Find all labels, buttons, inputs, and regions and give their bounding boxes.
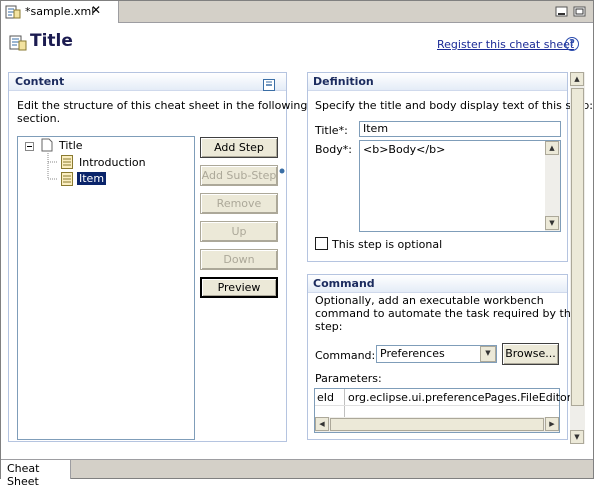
body-textarea[interactable]: <b>Body</b> [359,140,561,232]
cheatsheet-file-icon [5,5,21,22]
cheat-sheet-page-tab[interactable]: Cheat Sheet [1,460,71,488]
parameters-scroll-thumb[interactable] [330,418,544,431]
add-sub-step-button[interactable]: Add Sub-Step [200,165,278,186]
definition-description: Specify the title and body display text … [315,99,593,112]
editor-tab-strip: *sample.xml ✕ [1,1,593,23]
parameter-name-cell[interactable]: eId [317,391,334,404]
content-section-title: Content [15,75,65,88]
down-button[interactable]: Down [200,249,278,270]
body-text: <b>Body</b> [363,143,446,156]
parameter-value-cell[interactable]: org.eclipse.ui.preferencePages.FileEdito… [348,391,577,404]
command-section-title: Command [313,277,375,290]
page-title: Title [30,31,73,51]
parameters-label: Parameters: [315,372,382,385]
main-scroll-down-icon[interactable]: ▼ [570,430,584,444]
title-label: Title*: [315,124,348,137]
command-select-value: Preferences [380,347,445,360]
command-label: Command: [315,349,376,362]
help-icon[interactable]: ? [565,37,579,51]
content-description-line-1: Edit the structure of this cheat sheet i… [17,99,308,112]
register-cheat-sheet-link[interactable]: Register this cheat sheet [437,38,574,51]
close-icon[interactable]: ✕ [91,4,101,16]
command-description-line-1: Optionally, add an executable workbench [315,294,544,307]
preview-button[interactable]: Preview [200,277,278,298]
command-select[interactable]: Preferences [376,345,497,363]
tree-root-page-icon [41,138,53,155]
tree-item-icon [61,172,73,189]
body-scroll-up-icon[interactable]: ▲ [545,141,559,155]
remove-button[interactable]: Remove [200,193,278,214]
optional-checkbox-label[interactable]: This step is optional [332,238,442,251]
editor-tab-sample-xml[interactable]: *sample.xml ✕ [1,1,119,23]
content-section-header: Content [9,73,286,91]
command-description-line-3: step: [315,320,343,333]
editor-tab-label: *sample.xml [25,5,95,18]
content-description-line-2: section. [17,112,61,125]
main-scroll-thumb[interactable] [571,88,584,406]
command-description-line-2: command to automate the task required by… [315,307,580,320]
up-button[interactable]: Up [200,221,278,242]
tree-node-item-selected[interactable]: Item [77,172,107,185]
tree-node-root[interactable]: Title [59,139,83,152]
info-decoration-icon [279,164,285,177]
chevron-down-icon[interactable]: ▼ [480,346,496,362]
parameters-column-divider [344,389,345,417]
command-section-header: Command [308,275,567,293]
title-input[interactable]: Item [359,121,561,137]
definition-section-title: Definition [313,75,374,88]
tree-node-introduction[interactable]: Introduction [79,156,146,169]
minimize-view-icon[interactable] [555,6,569,18]
optional-checkbox[interactable] [315,237,328,253]
parameters-scroll-left-icon[interactable]: ◀ [315,417,329,431]
main-scroll-up-icon[interactable]: ▲ [570,72,584,86]
maximize-view-icon[interactable] [573,6,587,18]
body-scroll-down-icon[interactable]: ▼ [545,216,559,230]
cheat-sheet-tab-label: Cheat Sheet [7,462,40,488]
collapse-all-icon[interactable] [263,79,275,94]
body-label: Body*: [315,143,352,156]
browse-button[interactable]: Browse... [502,343,559,365]
add-step-button[interactable]: Add Step [200,137,278,158]
tree-intro-icon [61,155,73,172]
cheatsheet-tree[interactable]: Title Introduction Item [17,136,195,440]
parameters-row-divider [315,405,559,406]
parameters-scroll-right-icon[interactable]: ▶ [545,417,559,431]
page-tab-strip: Cheat Sheet [1,459,593,488]
cheatsheet-title-icon [9,35,27,54]
definition-section-header: Definition [308,73,567,91]
parameters-table[interactable]: eId org.eclipse.ui.preferencePages.FileE… [314,388,577,433]
